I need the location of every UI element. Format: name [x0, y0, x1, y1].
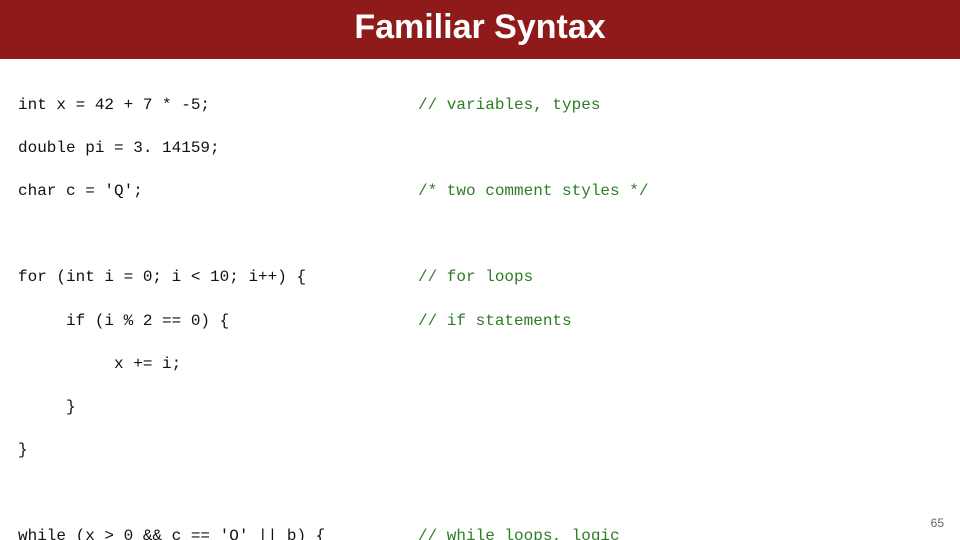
- slide-title: Familiar Syntax: [354, 8, 605, 46]
- slide-header: Familiar Syntax: [0, 0, 960, 59]
- code-line: while (x > 0 && c == 'Q' || b) {: [18, 526, 418, 540]
- code-line: if (i % 2 == 0) {: [18, 311, 418, 333]
- code-line: for (int i = 0; i < 10; i++) {: [18, 267, 418, 289]
- code-comment: /* two comment styles */: [418, 181, 942, 203]
- code-comment: [418, 138, 942, 160]
- code-line: }: [18, 397, 418, 419]
- code-comment: // variables, types: [418, 95, 942, 117]
- code-block: int x = 42 + 7 * -5;// variables, types …: [0, 59, 960, 540]
- code-line: double pi = 3. 14159;: [18, 138, 418, 160]
- code-line: char c = 'Q';: [18, 181, 418, 203]
- code-line: [18, 224, 418, 246]
- code-comment: // for loops: [418, 267, 942, 289]
- code-comment: // if statements: [418, 311, 942, 333]
- code-line: int x = 42 + 7 * -5;: [18, 95, 418, 117]
- page-number: 65: [931, 516, 944, 530]
- code-line: x += i;: [18, 354, 418, 376]
- code-line: }: [18, 440, 418, 462]
- code-line: [18, 483, 418, 505]
- code-comment: // while loops, logic: [418, 526, 942, 540]
